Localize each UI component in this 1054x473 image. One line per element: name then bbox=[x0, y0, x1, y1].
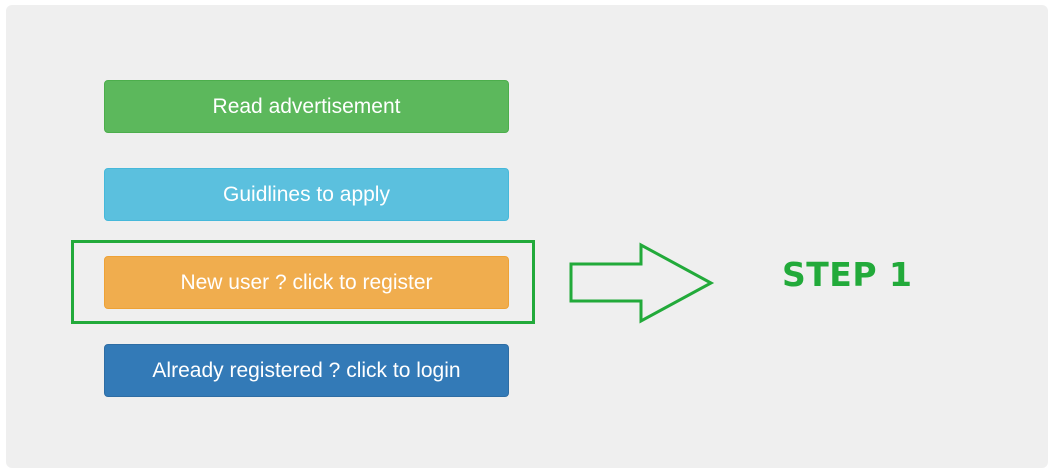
login-button[interactable]: Already registered ? click to login bbox=[104, 344, 509, 397]
read-advertisement-button[interactable]: Read advertisement bbox=[104, 80, 509, 133]
main-panel bbox=[6, 5, 1048, 468]
highlight-box bbox=[71, 240, 535, 324]
step-label: STEP 1 bbox=[782, 255, 913, 294]
right-arrow-outline-icon bbox=[569, 242, 715, 324]
guidelines-button[interactable]: Guidlines to apply bbox=[104, 168, 509, 221]
